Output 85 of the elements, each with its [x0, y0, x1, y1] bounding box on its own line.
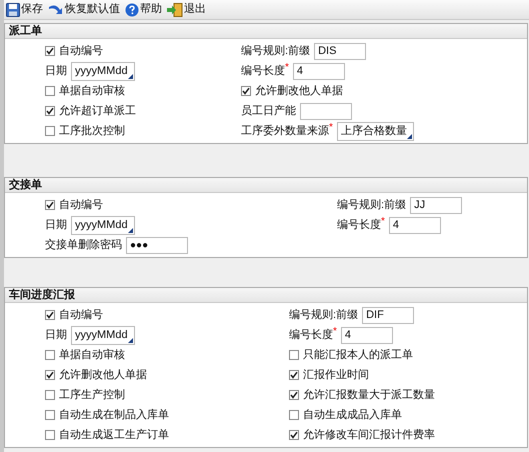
- required-mark: *: [333, 326, 337, 337]
- field-label: 编号长度: [289, 328, 333, 343]
- checkbox[interactable]: [289, 430, 299, 440]
- field-label: 编号规则:前缀: [337, 198, 406, 213]
- check-icon: [290, 391, 298, 399]
- check-icon: [46, 107, 54, 115]
- checkbox[interactable]: [45, 106, 55, 116]
- field-label: 日期: [45, 328, 67, 343]
- checkbox[interactable]: [45, 200, 55, 210]
- checkbox-label: 允许删改他人单据: [255, 84, 343, 99]
- field-label: 员工日产能: [241, 104, 296, 119]
- checkbox[interactable]: [241, 86, 251, 96]
- checkbox-label: 自动编号: [59, 198, 103, 213]
- exit-door-icon: [167, 2, 183, 16]
- checkbox[interactable]: [45, 126, 55, 136]
- checkbox[interactable]: [45, 390, 55, 400]
- checkbox-label: 允许删改他人单据: [59, 368, 147, 383]
- input-field[interactable]: 4: [388, 216, 441, 234]
- section-header: 车间进度汇报: [5, 288, 527, 303]
- password-field[interactable]: ●●●: [126, 236, 188, 254]
- check-icon: [46, 47, 54, 55]
- checkbox[interactable]: [45, 46, 55, 56]
- required-mark: *: [329, 122, 333, 133]
- input-field[interactable]: 4: [340, 326, 393, 344]
- checkbox[interactable]: [289, 350, 299, 360]
- input-field[interactable]: DIF: [362, 306, 414, 324]
- checkbox-label: 自动生成返工生产订单: [59, 428, 169, 443]
- field-label: 日期: [45, 218, 67, 233]
- input-field[interactable]: JJ: [410, 196, 462, 214]
- checkbox-label: 单据自动审核: [59, 84, 125, 99]
- checkbox-label: 只能汇报本人的派工单: [303, 348, 413, 363]
- checkbox[interactable]: [45, 86, 55, 96]
- field-label: 编号规则:前缀: [241, 44, 310, 59]
- check-icon: [46, 201, 54, 209]
- check-icon: [290, 431, 298, 439]
- checkbox-label: 自动生成成品入库单: [303, 408, 402, 423]
- checkbox-label: 工序生产控制: [59, 388, 125, 403]
- dropdown-field[interactable]: yyyyMMdd: [71, 62, 135, 80]
- checkbox-label: 允许汇报数量大于派工数量: [303, 388, 435, 403]
- dropdown-field[interactable]: yyyyMMdd: [71, 326, 135, 344]
- checkbox-label: 汇报作业时间: [303, 368, 369, 383]
- help-icon: [125, 2, 139, 16]
- checkbox[interactable]: [45, 350, 55, 360]
- curved-arrow-icon: [48, 4, 64, 16]
- section-header: 派工单: [5, 24, 527, 39]
- check-icon: [46, 311, 54, 319]
- checkbox-label: 允许修改车间汇报计件费率: [303, 428, 435, 443]
- checkbox[interactable]: [45, 370, 55, 380]
- section-header: 交接单: [5, 178, 527, 193]
- input-field[interactable]: 4: [292, 62, 345, 80]
- required-mark: *: [381, 216, 385, 227]
- field-label: 工序委外数量来源: [241, 124, 329, 139]
- dropdown-field[interactable]: 上序合格数量: [336, 122, 414, 140]
- check-icon: [242, 87, 250, 95]
- field-label: 编号长度: [337, 218, 381, 233]
- toolbar-button[interactable]: 退出: [167, 1, 206, 18]
- checkbox[interactable]: [45, 410, 55, 420]
- field-label: 编号长度: [241, 64, 285, 79]
- checkbox[interactable]: [45, 310, 55, 320]
- checkbox[interactable]: [289, 410, 299, 420]
- checkbox-label: 允许超订单派工: [59, 104, 136, 119]
- check-icon: [290, 371, 298, 379]
- toolbar-button[interactable]: 保存: [6, 1, 43, 18]
- checkbox-label: 自动编号: [59, 308, 103, 323]
- checkbox[interactable]: [45, 430, 55, 440]
- corner-triangle-icon: [128, 74, 133, 78]
- field-label: 日期: [45, 64, 67, 79]
- checkbox-label: 单据自动审核: [59, 348, 125, 363]
- checkbox[interactable]: [289, 370, 299, 380]
- corner-triangle-icon: [128, 338, 133, 342]
- corner-triangle-icon: [406, 134, 412, 138]
- input-field[interactable]: [300, 102, 352, 120]
- toolbar-button[interactable]: 恢复默认值: [48, 1, 120, 18]
- checkbox[interactable]: [289, 390, 299, 400]
- required-mark: *: [285, 62, 289, 73]
- checkbox-label: 工序批次控制: [59, 124, 125, 139]
- toolbar-button[interactable]: 帮助: [125, 1, 162, 18]
- checkbox-label: 自动编号: [59, 44, 103, 59]
- corner-triangle-icon: [128, 228, 133, 232]
- check-icon: [46, 371, 54, 379]
- dropdown-field[interactable]: yyyyMMdd: [71, 216, 135, 234]
- checkbox-label: 自动生成在制品入库单: [59, 408, 169, 423]
- field-label: 编号规则:前缀: [289, 308, 358, 323]
- input-field[interactable]: DIS: [314, 42, 366, 60]
- field-label: 交接单删除密码: [45, 238, 122, 253]
